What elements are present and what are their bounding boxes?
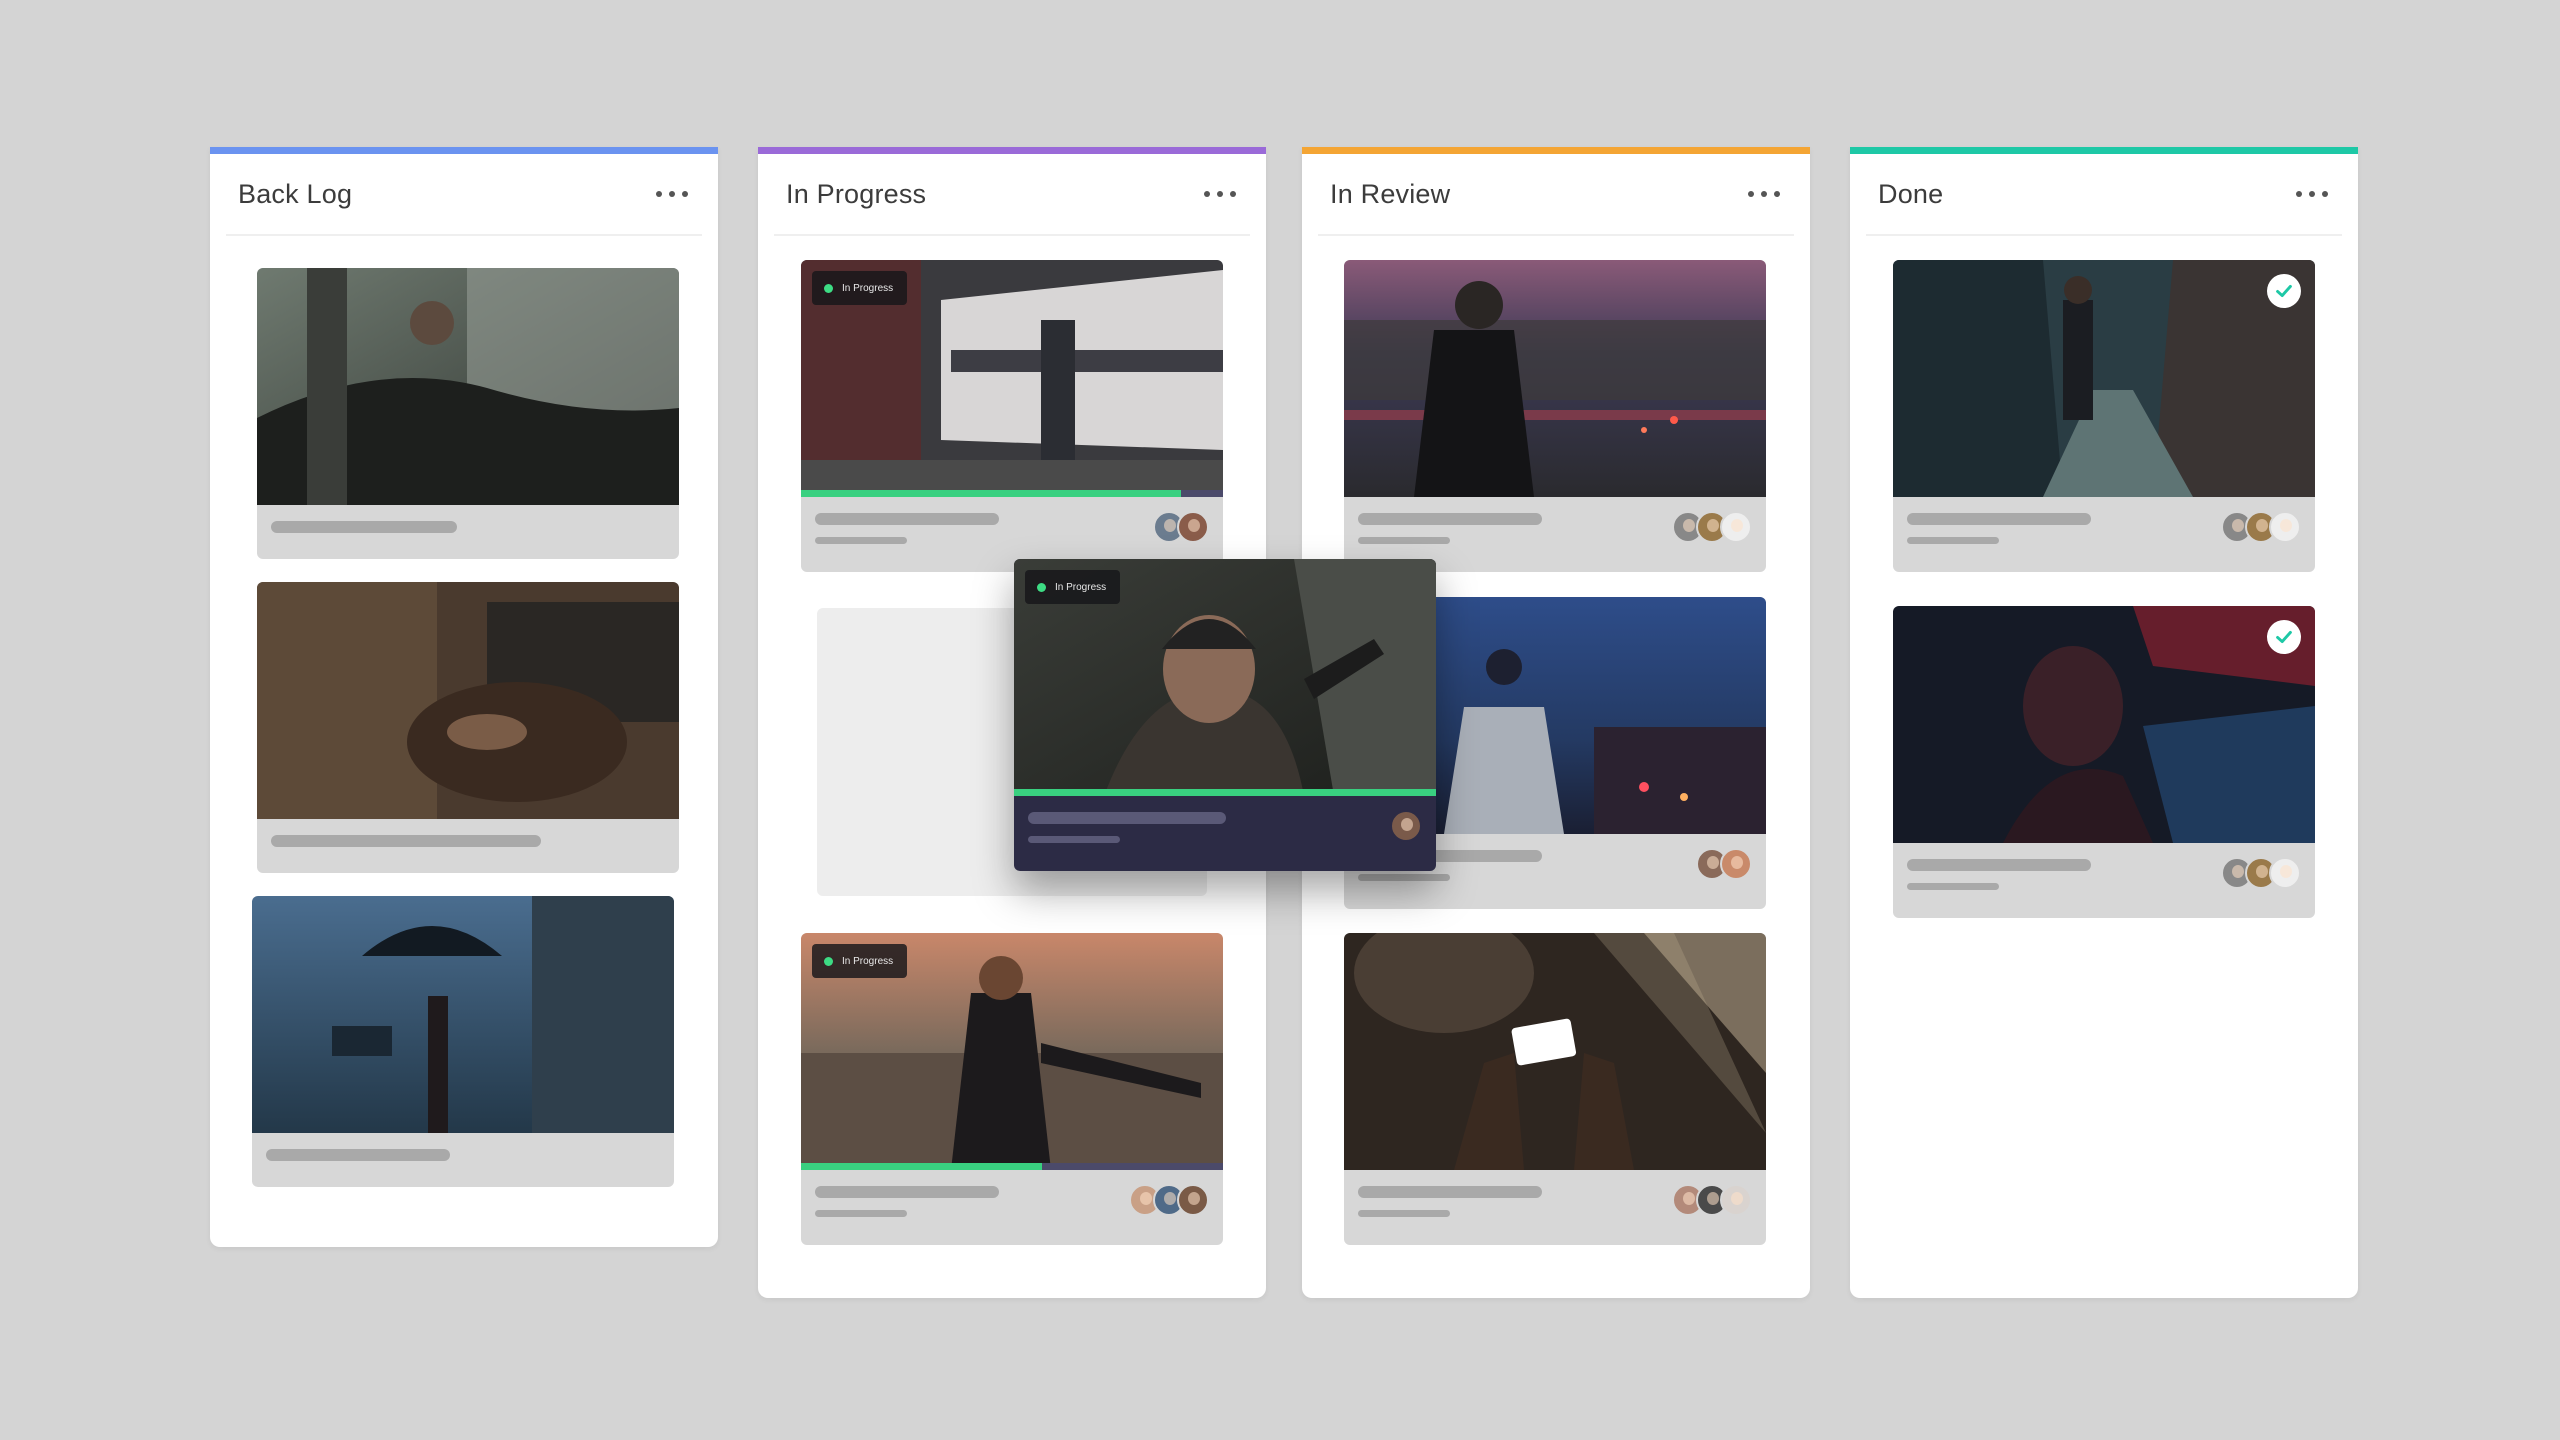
subtitle-placeholder (815, 537, 907, 544)
card-footer (252, 1133, 674, 1187)
column-header: In Progress (774, 154, 1250, 236)
progress-bar (801, 490, 1223, 497)
status-badge: In Progress (812, 271, 908, 305)
subtitle-placeholder (1907, 883, 1999, 890)
column-accent (1850, 147, 2358, 154)
card-footer (1893, 843, 2315, 918)
task-card[interactable] (252, 896, 674, 1187)
check-circle-icon (2267, 620, 2301, 654)
column-header: In Review (1318, 154, 1794, 236)
assignee-avatars (2221, 857, 2301, 889)
assignee-avatars (2221, 511, 2301, 543)
title-placeholder (815, 513, 999, 525)
card-footer (1014, 796, 1436, 871)
progress-bar (1014, 789, 1436, 796)
dragging-task-card[interactable]: In Progress (1014, 559, 1436, 871)
assignee-avatars (1696, 848, 1752, 880)
card-thumbnail (257, 582, 679, 819)
card-footer (257, 819, 679, 873)
column-title: In Progress (786, 178, 927, 209)
card-thumbnail (1344, 260, 1766, 497)
progress-fill (1014, 789, 1436, 796)
subtitle-placeholder (815, 1210, 907, 1217)
task-card[interactable]: In Progress (801, 933, 1223, 1245)
column-accent (758, 147, 1266, 154)
task-card[interactable] (1893, 606, 2315, 918)
subtitle-placeholder (1358, 537, 1450, 544)
avatar[interactable] (2269, 857, 2301, 889)
title-placeholder (1358, 513, 1542, 525)
avatar[interactable] (2269, 511, 2301, 543)
subtitle-placeholder (1358, 1210, 1450, 1217)
avatar[interactable] (1720, 1184, 1752, 1216)
card-thumbnail (252, 896, 674, 1133)
assignee-avatars (1672, 511, 1752, 543)
title-placeholder (266, 1149, 450, 1161)
card-thumbnail (1344, 933, 1766, 1170)
title-placeholder (1358, 1186, 1542, 1198)
card-footer (1344, 1170, 1766, 1245)
subtitle-placeholder (1907, 537, 1999, 544)
card-footer (801, 1170, 1223, 1245)
status-dot-icon (1037, 582, 1046, 592)
card-thumbnail (1893, 260, 2315, 497)
column-header: Done (1866, 154, 2342, 236)
column-accent (210, 147, 718, 154)
avatar[interactable] (1720, 511, 1752, 543)
avatar[interactable] (1177, 1184, 1209, 1216)
task-card[interactable] (1344, 933, 1766, 1245)
task-card[interactable] (1893, 260, 2315, 572)
task-card[interactable] (1344, 260, 1766, 572)
progress-fill (801, 1163, 1042, 1170)
card-footer (257, 505, 679, 559)
progress-fill (801, 490, 1181, 497)
task-card[interactable] (257, 582, 679, 873)
status-badge: In Progress (812, 944, 908, 978)
column-title: Done (1878, 178, 1944, 209)
task-card[interactable]: In Progress (801, 260, 1223, 572)
card-thumbnail (257, 268, 679, 505)
title-placeholder (271, 521, 457, 533)
subtitle-placeholder (1358, 874, 1450, 881)
status-dot-icon (824, 283, 833, 293)
more-dots-icon[interactable] (2296, 183, 2328, 205)
assignee-avatars (1153, 511, 1209, 543)
card-thumbnail: In Progress (801, 260, 1223, 497)
title-placeholder (815, 1186, 999, 1198)
progress-bar (801, 1163, 1223, 1170)
title-placeholder (1028, 812, 1226, 824)
status-dot-icon (824, 956, 833, 966)
column-header: Back Log (226, 154, 702, 236)
card-footer (1893, 497, 2315, 572)
more-dots-icon[interactable] (656, 183, 688, 205)
card-thumbnail: In Progress (801, 933, 1223, 1170)
title-placeholder (1907, 513, 2091, 525)
status-badge: In Progress (1025, 570, 1121, 604)
column-accent (1302, 147, 1810, 154)
assignee-avatars (1390, 810, 1422, 842)
assignee-avatars (1672, 1184, 1752, 1216)
column-title: Back Log (238, 178, 353, 209)
task-card[interactable] (257, 268, 679, 559)
subtitle-placeholder (1028, 836, 1120, 843)
avatar[interactable] (1390, 810, 1422, 842)
check-circle-icon (2267, 274, 2301, 308)
avatar[interactable] (1720, 848, 1752, 880)
card-thumbnail: In Progress (1014, 559, 1436, 796)
title-placeholder (271, 835, 541, 847)
column-title: In Review (1330, 178, 1451, 209)
avatar[interactable] (1177, 511, 1209, 543)
more-dots-icon[interactable] (1204, 183, 1236, 205)
card-thumbnail (1893, 606, 2315, 843)
assignee-avatars (1129, 1184, 1209, 1216)
more-dots-icon[interactable] (1748, 183, 1780, 205)
title-placeholder (1907, 859, 2091, 871)
